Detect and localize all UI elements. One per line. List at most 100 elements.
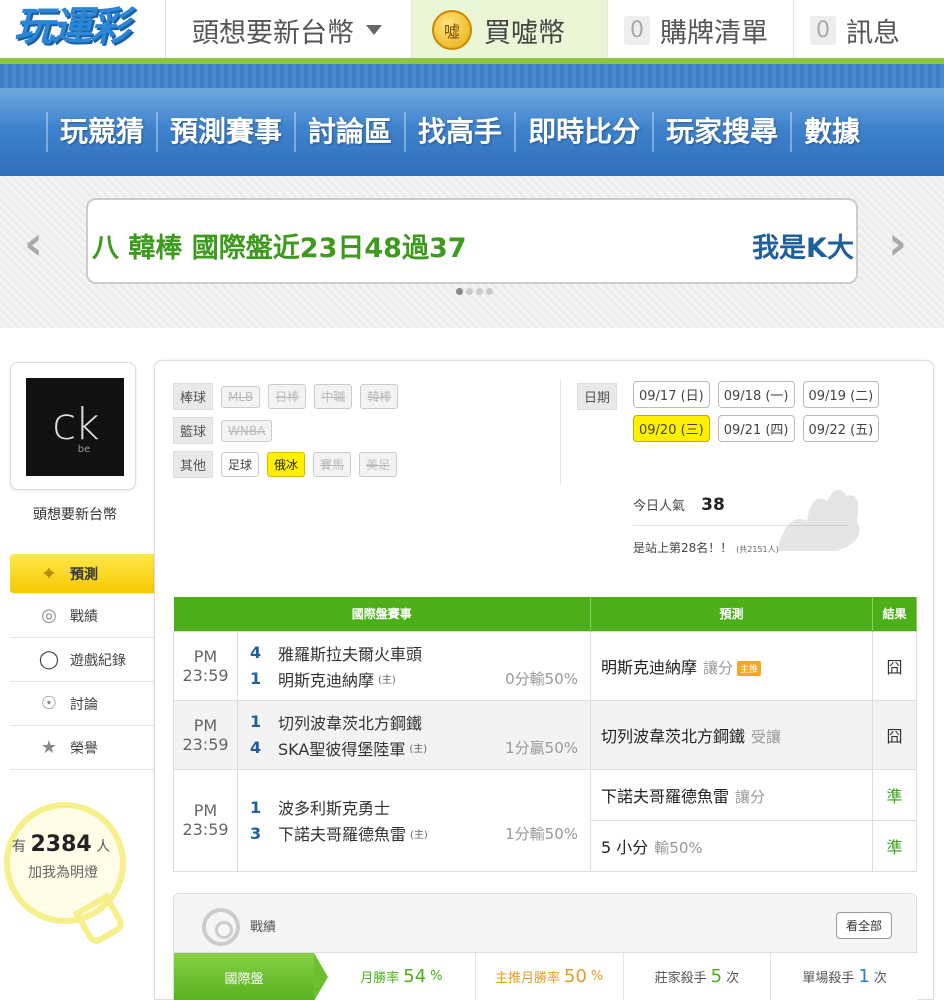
avatar[interactable]: ck be xyxy=(26,378,124,476)
discuss-icon: ☉ xyxy=(40,693,58,714)
match-teams[interactable]: 1 切列波韋茨北方鋼鐵 4 SKA聖彼得堡陸軍 (主) 1分贏50% xyxy=(237,699,591,770)
popularity-rank: 是站上第28名！！ (共2151人) xyxy=(633,539,779,556)
stat-value: 1 xyxy=(858,966,870,987)
match-time: PM 23:59 xyxy=(173,630,238,701)
match-teams[interactable]: 1 波多利斯克勇士 3 下諾夫哥羅德魚雷 (主) 1分輸50% xyxy=(237,768,591,872)
team-name: 切列波韋茨北方鋼鐵 xyxy=(278,713,423,733)
record-tab-international[interactable]: 國際盤 xyxy=(174,953,328,1000)
filter-chip-khl[interactable]: 俄冰 xyxy=(267,452,306,477)
team-score: 3 xyxy=(250,823,262,843)
nav-item-experts[interactable]: 找高手 xyxy=(404,112,514,152)
side-menu-item-game-log[interactable]: ◯ 遊戲紀錄 xyxy=(10,638,156,682)
side-menu-item-honor[interactable]: ★ 榮譽 xyxy=(10,726,156,770)
date-chip-selected[interactable]: 09/20 (三) xyxy=(633,415,710,442)
cart-label: 購牌清單 xyxy=(660,17,768,49)
nav-item-guess[interactable]: 玩競猜 xyxy=(46,112,156,152)
filter-chip-npb[interactable]: 日棒 xyxy=(268,384,307,409)
date-label: 日期 xyxy=(577,383,618,410)
user-menu-dropdown[interactable]: 頭想要新台幣 xyxy=(166,0,412,60)
filter-label-other: 其他 xyxy=(173,451,214,478)
filter-chip-mlb[interactable]: MLB xyxy=(221,385,261,408)
filter-chip-wnba[interactable]: WNBA xyxy=(221,419,273,442)
date-chip[interactable]: 09/19 (二) xyxy=(802,381,880,408)
user-menu-label: 頭想要新台幣 xyxy=(192,17,354,49)
prediction-table: 國際盤賽事 預測 結果 PM 23:59 4 雅羅斯拉夫爾火車頭 1 明斯克迪納摩(… xyxy=(173,597,917,872)
date-chip[interactable]: 09/22 (五) xyxy=(802,415,880,442)
nav-item-stats[interactable]: 數據 xyxy=(790,112,872,152)
message-link[interactable]: 0 訊息 xyxy=(794,0,943,60)
chevron-left-icon[interactable]: ‹ xyxy=(24,216,43,270)
record-title: 戰績 xyxy=(250,920,277,935)
filter-chip-cpbl[interactable]: 中職 xyxy=(314,384,353,409)
result-cell: 囧 xyxy=(872,699,917,770)
result-cell: 囧 xyxy=(872,630,917,701)
chevron-right-icon[interactable]: › xyxy=(888,216,907,270)
side-menu-item-record[interactable]: ◎ 戰績 xyxy=(10,594,156,638)
stat-unit: % xyxy=(430,969,443,984)
site-logo[interactable]: 玩運彩 xyxy=(0,0,166,60)
team-name: 雅羅斯拉夫爾火車頭 xyxy=(278,644,423,664)
ticker-box[interactable]: 八 韓棒 國際盤近23日48過37 我是K大 xyxy=(86,198,858,284)
nav-item-predict[interactable]: 預測賽事 xyxy=(156,112,294,152)
team-score: 1 xyxy=(250,712,262,731)
avatar-text: ck xyxy=(52,399,100,450)
pick-team: 下諾夫哥羅德魚雷 xyxy=(601,786,730,806)
filter-chip-kbo[interactable]: 韓棒 xyxy=(360,384,399,409)
team-score: 4 xyxy=(250,738,262,757)
stat-unit: 次 xyxy=(873,971,887,986)
date-chip[interactable]: 09/21 (四) xyxy=(717,415,795,442)
carousel-dot[interactable] xyxy=(456,288,463,295)
result-cell: 準 xyxy=(872,819,917,872)
match-teams[interactable]: 4 雅羅斯拉夫爾火車頭 1 明斯克迪納摩 (主) 0分輸50% xyxy=(237,630,591,701)
stat-unit: % xyxy=(590,969,604,984)
nav-item-livescore[interactable]: 即時比分 xyxy=(514,112,652,152)
circle-icon: ◯ xyxy=(38,649,60,670)
col-header-match: 國際盤賽事 xyxy=(173,597,591,631)
pick-team: 切列波韋茨北方鋼鐵 xyxy=(601,726,746,746)
table-row: PM 23:59 1 切列波韋茨北方鋼鐵 4 SKA聖彼得堡陸軍 (主) 1分贏50% … xyxy=(173,699,917,770)
carousel-dots xyxy=(456,288,493,295)
follow-lamp-button[interactable]: 有 2384 人 加我為明燈 xyxy=(4,802,134,972)
cart-link[interactable]: 0 購牌清單 xyxy=(608,0,794,60)
stat-unit: 次 xyxy=(726,971,740,986)
follower-count: 有 2384 人 xyxy=(12,832,110,857)
date-chip[interactable]: 09/17 (日) xyxy=(633,381,710,408)
side-menu-label: 榮譽 xyxy=(70,740,98,757)
side-menu: ⌖ 預測 ◎ 戰績 ◯ 遊戲紀錄 ☉ 討論 ★ 榮譽 xyxy=(10,554,156,770)
stat-single-killer: 單場殺手 1 次 xyxy=(771,953,918,1000)
filter-row-basketball: 籃球 WNBA xyxy=(173,417,273,444)
carousel-dot[interactable] xyxy=(466,288,473,295)
side-menu-item-discuss[interactable]: ☉ 討論 xyxy=(10,682,156,726)
match-time: PM 23:59 xyxy=(173,768,238,872)
nav-item-forum[interactable]: 討論區 xyxy=(294,112,404,152)
col-header-result: 結果 xyxy=(872,597,917,631)
main-nav: 玩競猜 預測賽事 討論區 找高手 即時比分 玩家搜尋 數據 xyxy=(0,88,944,176)
follow-caption: 加我為明燈 xyxy=(28,865,98,881)
stat-label: 莊家殺手 xyxy=(654,971,707,986)
team-name: 下諾夫哥羅德魚雷 xyxy=(278,825,407,844)
carousel-dot[interactable] xyxy=(476,288,483,295)
avatar-subtext: be xyxy=(77,444,91,455)
team-name: 波多利斯克勇士 xyxy=(278,799,391,818)
stat-label: 單場殺手 xyxy=(802,971,855,986)
carousel-dot[interactable] xyxy=(486,288,493,295)
filter-chip-horse-racing[interactable]: 賽馬 xyxy=(313,452,352,477)
rank-text: 是站上第28名！！ xyxy=(633,541,733,555)
ticker-banner: ‹ 八 韓棒 國際盤近23日48過37 我是K大 › xyxy=(0,176,944,328)
side-menu-item-predict[interactable]: ⌖ 預測 xyxy=(10,554,156,594)
stat-value: 50 xyxy=(564,966,587,987)
buy-coin-button[interactable]: 噓 買噓幣 xyxy=(412,0,608,60)
nav-item-player-search[interactable]: 玩家搜尋 xyxy=(652,112,790,152)
filter-chip-nfl[interactable]: 美足 xyxy=(359,452,398,477)
pick-team: 明斯克迪納摩 xyxy=(601,657,698,677)
record-stats: 國際盤 月勝率 54 % 主推月勝率 50 % 莊家殺手 5 次 單場殺手 1 … xyxy=(174,952,918,1000)
side-menu-label: 遊戲紀錄 xyxy=(70,652,126,669)
ticker-text-left: 八 韓棒 國際盤近23日48過37 xyxy=(92,233,467,264)
record-icon: ◎ xyxy=(41,605,57,626)
date-chip[interactable]: 09/18 (一) xyxy=(717,381,795,408)
see-all-button[interactable]: 看全部 xyxy=(835,912,892,939)
filter-chip-soccer[interactable]: 足球 xyxy=(221,452,260,477)
result-cell: 準 xyxy=(872,768,917,821)
pick-type: 輸50% xyxy=(654,838,703,857)
follower-prefix: 有 xyxy=(12,839,26,855)
